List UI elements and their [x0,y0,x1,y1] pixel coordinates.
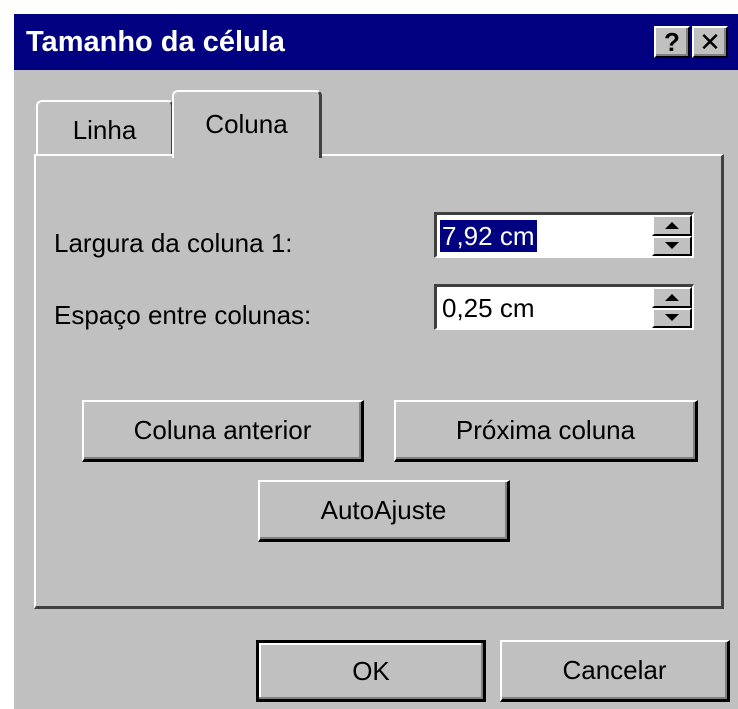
cancel-button[interactable]: Cancelar [500,640,730,702]
close-button[interactable]: ✕ [692,26,728,58]
title-bar[interactable]: Tamanho da célula ? ✕ [14,14,738,70]
coluna-anterior-button[interactable]: Coluna anterior [82,400,364,462]
arrow-down-icon [665,314,679,322]
largura-spin-down[interactable] [652,235,692,256]
tab-coluna[interactable]: Coluna [172,90,322,158]
espaco-label: Espaço entre colunas: [54,300,312,330]
arrow-up-icon [665,221,679,229]
largura-field[interactable]: 7,92 cm [434,212,694,258]
ok-button[interactable]: OK [256,640,486,702]
espaco-spin-up[interactable] [652,287,692,308]
cell-size-dialog: Tamanho da célula ? ✕ Linha Coluna Largu… [12,12,738,709]
arrow-up-icon [665,293,679,301]
proxima-coluna-button[interactable]: Próxima coluna [394,400,698,462]
espaco-spin-down[interactable] [652,307,692,328]
largura-label: Largura da coluna 1: [54,228,293,258]
autoajuste-button[interactable]: AutoAjuste [258,480,510,542]
espaco-value[interactable]: 0,25 cm [440,292,537,324]
dialog-title: Tamanho da célula [26,26,285,58]
espaco-spinner[interactable] [652,287,692,328]
largura-spinner[interactable] [652,215,692,256]
arrow-down-icon [665,242,679,250]
question-icon: ? [664,27,680,57]
largura-value[interactable]: 7,92 cm [440,220,537,252]
largura-spin-up[interactable] [652,215,692,236]
help-button[interactable]: ? [654,26,690,58]
tab-linha[interactable]: Linha [36,100,174,156]
close-icon: ✕ [699,27,721,57]
espaco-field[interactable]: 0,25 cm [434,284,694,330]
